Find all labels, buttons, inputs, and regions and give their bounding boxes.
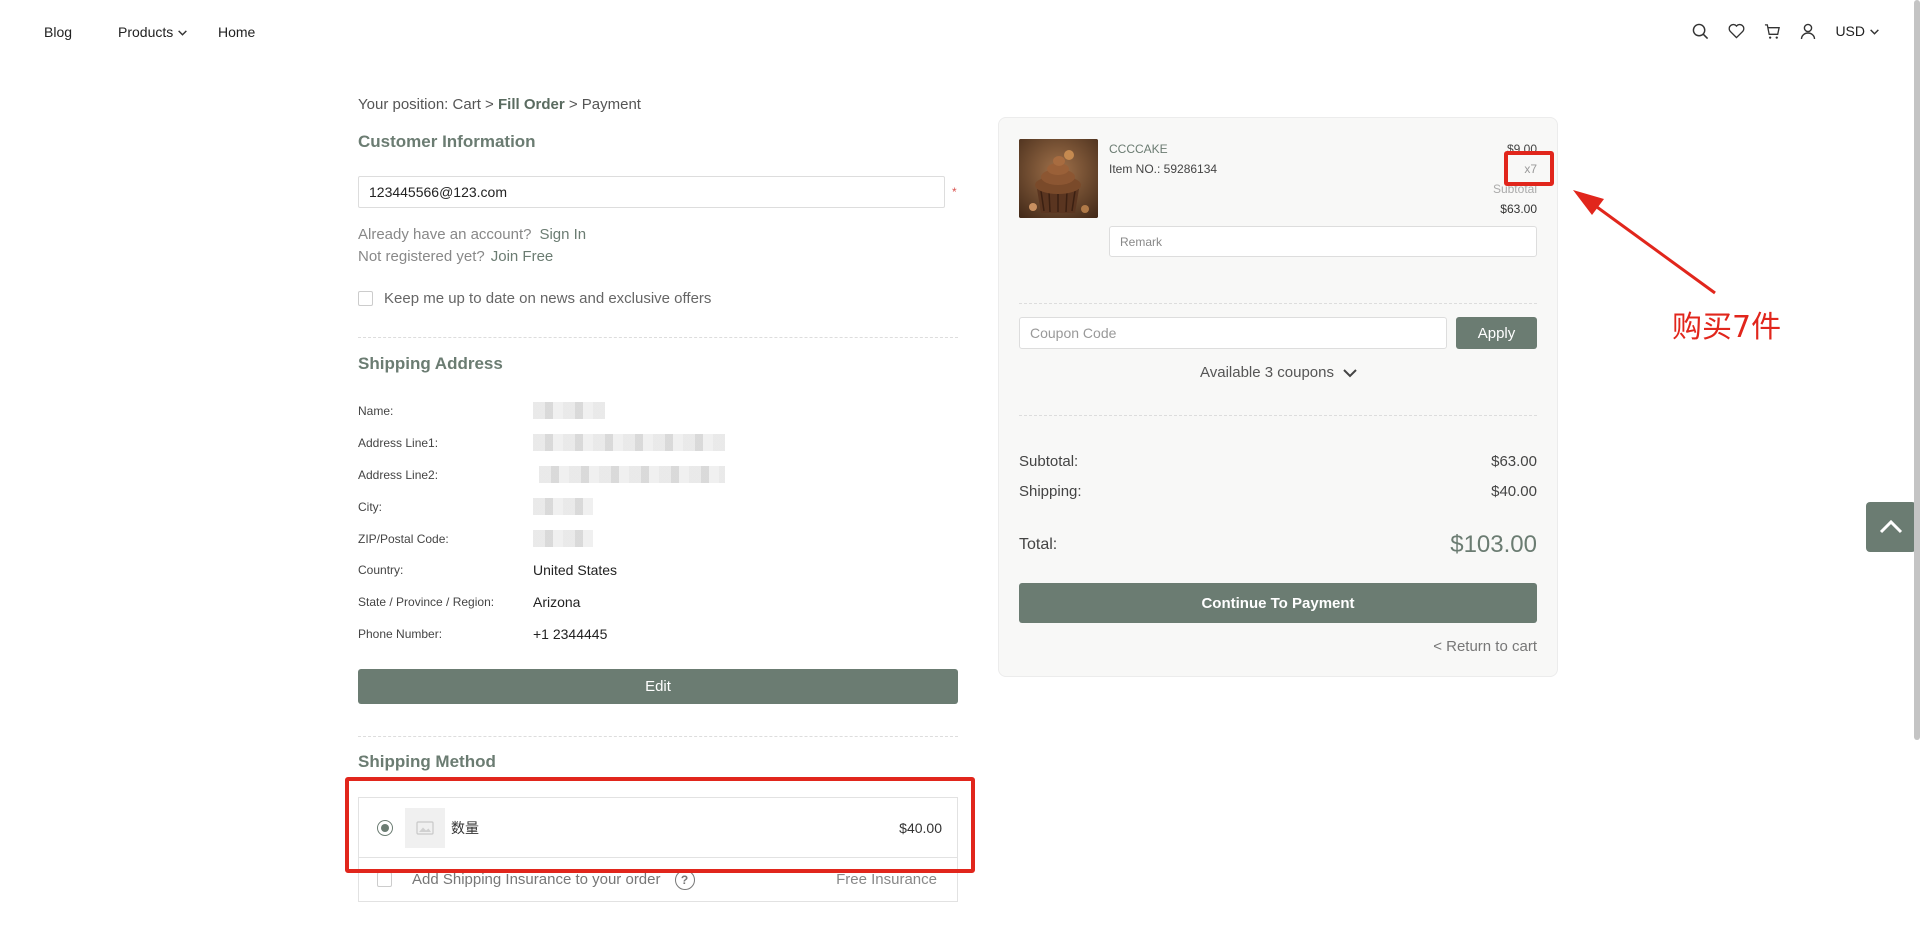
- summary-total-row: Total: $103.00: [1019, 531, 1537, 559]
- section-divider: [358, 736, 958, 737]
- remark-input[interactable]: [1109, 226, 1537, 257]
- join-free-link[interactable]: Join Free: [491, 248, 554, 265]
- annotation-qty-highlight-box: [1504, 151, 1554, 186]
- panel-divider: [1019, 303, 1537, 304]
- product-item-number: Item NO.: 59286134: [1109, 162, 1218, 176]
- back-to-top-button[interactable]: [1866, 502, 1916, 552]
- continue-to-payment-button[interactable]: Continue To Payment: [1019, 583, 1537, 623]
- cart-icon[interactable]: [1763, 22, 1781, 40]
- sign-in-prompt: Already have an account? Sign In: [358, 226, 586, 243]
- chevron-down-icon: [1343, 368, 1357, 377]
- breadcrumb: Your position: Cart > Fill Order > Payme…: [358, 96, 641, 113]
- address-label: State / Province / Region:: [358, 595, 495, 609]
- page-scrollbar[interactable]: [1914, 0, 1920, 740]
- product-image: [1019, 139, 1098, 218]
- annotation-text: 购买7件: [1672, 310, 1782, 345]
- have-account-text: Already have an account?: [358, 226, 532, 243]
- return-to-cart-link[interactable]: < Return to cart: [1433, 638, 1537, 655]
- product-name[interactable]: CCCCAKE: [1109, 142, 1168, 156]
- address-label: Address Line2:: [358, 467, 439, 482]
- product-subtotal: $63.00: [1500, 202, 1537, 216]
- summary-shipping-label: Shipping:: [1019, 483, 1082, 500]
- summary-subtotal-label: Subtotal:: [1019, 453, 1079, 470]
- header-actions: USD: [1691, 22, 1880, 40]
- shipping-method-title: Shipping Method: [358, 752, 496, 771]
- summary-subtotal-value: $63.00: [1491, 453, 1537, 470]
- nav-home[interactable]: Home: [218, 24, 255, 40]
- address-label: Country:: [358, 563, 404, 577]
- address-label: City:: [358, 499, 382, 514]
- nav-products-label: Products: [118, 24, 174, 40]
- address-label: ZIP/Postal Code:: [358, 531, 449, 546]
- summary-shipping-value: $40.00: [1491, 483, 1537, 500]
- address-row-phone: Phone Number: +1 2344445: [358, 626, 607, 642]
- address-row-city: City:: [358, 498, 593, 515]
- address-value: Arizona: [533, 594, 581, 610]
- available-coupons-label: Available 3 coupons: [1200, 364, 1334, 381]
- redacted-value: [539, 466, 725, 483]
- shipping-address-title: Shipping Address: [358, 354, 503, 373]
- address-row-name: Name:: [358, 402, 605, 419]
- section-divider: [358, 337, 958, 338]
- insurance-label: Add Shipping Insurance to your order: [412, 871, 661, 888]
- insurance-checkbox[interactable]: [377, 872, 392, 887]
- redacted-value: [533, 530, 593, 547]
- order-summary-panel: CCCCAKE Item NO.: 59286134 $9.00 x7 Subt…: [998, 117, 1558, 677]
- site-header: Blog Products Home USD: [0, 0, 1920, 66]
- breadcrumb-separator: >: [485, 96, 494, 113]
- breadcrumb-separator: >: [568, 96, 578, 113]
- summary-subtotal-row: Subtotal: $63.00: [1019, 453, 1537, 470]
- insurance-status: Free Insurance: [836, 871, 937, 888]
- address-value: United States: [533, 562, 618, 578]
- address-row-country: Country: United States: [358, 562, 617, 578]
- available-coupons-toggle[interactable]: Available 3 coupons: [999, 364, 1559, 381]
- summary-shipping-row: Shipping: $40.00: [1019, 483, 1537, 500]
- currency-label: USD: [1835, 23, 1865, 39]
- newsletter-label: Keep me up to date on news and exclusive…: [384, 290, 712, 307]
- address-value: +1 2344445: [533, 626, 608, 642]
- address-row-state: State / Province / Region: Arizona: [358, 594, 580, 610]
- address-row-zip: ZIP/Postal Code:: [358, 530, 593, 547]
- newsletter-option[interactable]: Keep me up to date on news and exclusive…: [358, 290, 711, 307]
- chevron-down-icon: [1870, 28, 1879, 35]
- heart-icon[interactable]: [1727, 22, 1745, 40]
- chevron-up-icon: [1879, 519, 1903, 534]
- required-mark: *: [952, 185, 957, 199]
- edit-address-button[interactable]: Edit: [358, 669, 958, 704]
- address-row-line2: Address Line2:: [358, 466, 725, 483]
- breadcrumb-prefix: Your position:: [358, 96, 449, 113]
- address-label: Name:: [358, 403, 394, 418]
- breadcrumb-cart[interactable]: Cart: [453, 96, 481, 113]
- email-row: *: [358, 176, 958, 208]
- chevron-down-icon: [178, 29, 188, 36]
- nav-blog[interactable]: Blog: [44, 24, 72, 40]
- apply-coupon-button[interactable]: Apply: [1456, 317, 1537, 349]
- address-label: Phone Number:: [358, 627, 443, 641]
- not-registered-text: Not registered yet?: [358, 248, 485, 265]
- join-prompt: Not registered yet? Join Free: [358, 248, 553, 265]
- currency-selector[interactable]: USD: [1835, 23, 1880, 39]
- redacted-value: [533, 402, 605, 419]
- redacted-value: [533, 498, 593, 515]
- newsletter-checkbox[interactable]: [358, 291, 373, 306]
- sign-in-link[interactable]: Sign In: [539, 226, 586, 243]
- nav-products[interactable]: Products: [118, 24, 188, 40]
- search-icon[interactable]: [1691, 22, 1709, 40]
- user-icon[interactable]: [1799, 22, 1817, 40]
- breadcrumb-fill-order: Fill Order: [497, 96, 565, 113]
- address-row-line1: Address Line1:: [358, 434, 725, 451]
- customer-info-title: Customer Information: [358, 132, 536, 151]
- email-field[interactable]: [358, 176, 945, 208]
- breadcrumb-payment: Payment: [581, 96, 641, 113]
- panel-divider: [1019, 415, 1537, 416]
- total-value: $103.00: [1450, 531, 1537, 558]
- address-label: Address Line1:: [358, 435, 439, 450]
- total-label: Total:: [1019, 536, 1058, 553]
- redacted-value: [533, 434, 725, 451]
- coupon-code-input[interactable]: [1019, 317, 1447, 349]
- annotation-highlight-box: [345, 777, 975, 873]
